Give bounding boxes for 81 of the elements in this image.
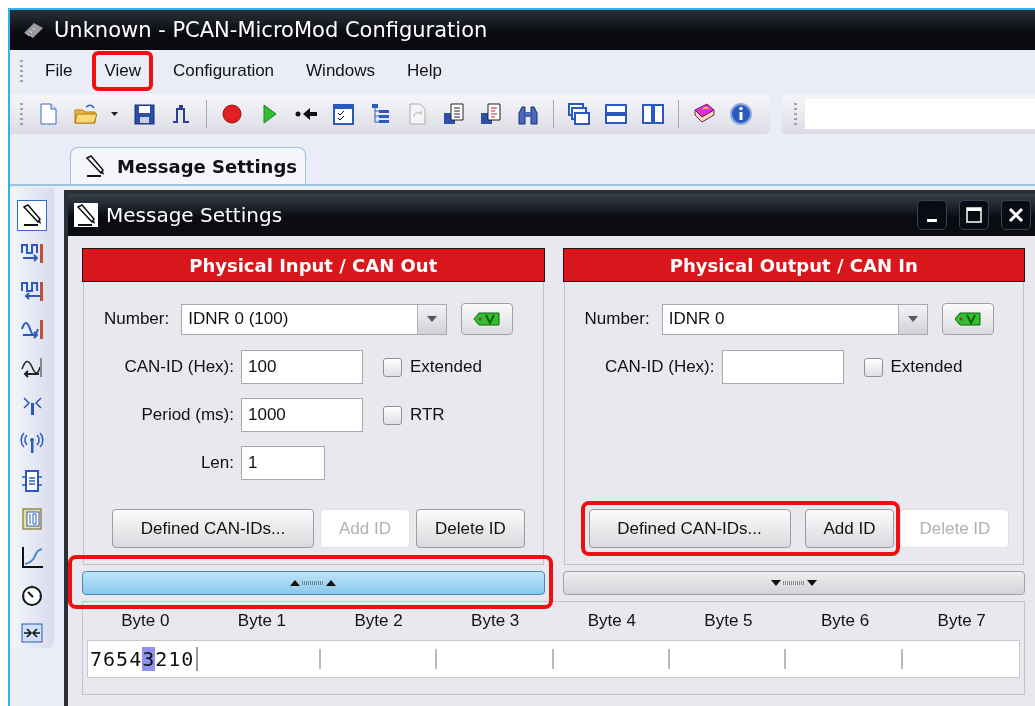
- button[interactable]: Defined CAN-IDs...: [588, 509, 791, 548]
- field-label: Number:: [104, 309, 170, 329]
- dropdown-arrow-icon[interactable]: [905, 314, 920, 324]
- tile-horizontal-icon[interactable]: [604, 102, 628, 126]
- field-label: Period (ms):: [140, 405, 235, 425]
- cascade-windows-icon[interactable]: [567, 102, 591, 126]
- pen-icon: [20, 203, 44, 228]
- pulse-icon: [20, 241, 44, 266]
- button[interactable]: Delete ID: [416, 509, 525, 548]
- minimize-icon: [927, 219, 937, 222]
- menu-item[interactable]: Help: [395, 51, 454, 91]
- disk-document-icon[interactable]: [442, 102, 466, 126]
- close-icon: [1007, 206, 1025, 224]
- field-label: Number:: [584, 309, 650, 329]
- tag-button[interactable]: [461, 303, 514, 335]
- maximize-button[interactable]: [959, 200, 989, 230]
- input-field[interactable]: [805, 99, 1035, 129]
- tab[interactable]: Message Settings: [70, 147, 307, 184]
- io-panel-icon: [20, 506, 44, 531]
- button[interactable]: Add ID: [804, 509, 895, 548]
- info-icon[interactable]: [729, 102, 753, 126]
- tag-icon: [472, 309, 503, 329]
- menu-item[interactable]: Windows: [294, 51, 388, 91]
- input-field[interactable]: 1000: [241, 398, 363, 432]
- checkbox[interactable]: [863, 357, 883, 377]
- checkbox-label: RTR: [410, 405, 445, 425]
- dropdown[interactable]: IDNR 0: [661, 303, 928, 335]
- column-header: Byte 0: [120, 611, 171, 631]
- pen-icon: [83, 154, 107, 178]
- splitter-bar[interactable]: [82, 571, 545, 595]
- column-header: Byte 6: [819, 611, 871, 631]
- column-header: Byte 4: [586, 611, 637, 631]
- input-field[interactable]: 100: [241, 350, 363, 384]
- input-field[interactable]: [721, 350, 844, 384]
- button[interactable]: Defined CAN-IDs...: [112, 509, 314, 548]
- window-title: Message Settings: [106, 203, 284, 227]
- maximize-icon: [965, 206, 983, 224]
- disk-document-icon[interactable]: [479, 102, 503, 126]
- field-label: Len:: [199, 453, 235, 473]
- checkbox[interactable]: [383, 357, 402, 377]
- column-header: Byte 3: [470, 611, 521, 631]
- window-title: Unknown - PCAN-MicroMod Configuration: [54, 18, 488, 42]
- dropdown-arrow-icon[interactable]: [425, 314, 440, 324]
- record-icon[interactable]: [220, 102, 244, 126]
- wireless-icon: [20, 431, 44, 455]
- checkbox-label: Extended: [410, 357, 482, 377]
- save-icon[interactable]: [132, 102, 156, 126]
- panel-header: Physical Input / CAN Out: [82, 248, 545, 282]
- tool-button[interactable]: [17, 200, 47, 231]
- field-label: CAN-ID (Hex):: [123, 357, 235, 377]
- checkbox[interactable]: [383, 405, 402, 425]
- checklist-icon[interactable]: [331, 102, 355, 126]
- column-header: Byte 7: [936, 611, 987, 631]
- menu-item[interactable]: Configuration: [160, 51, 287, 91]
- pulse-icon: [20, 279, 44, 304]
- wave-icon: [20, 317, 44, 342]
- chip-icon: [20, 468, 44, 493]
- grip-icon: [770, 578, 817, 588]
- input-field[interactable]: 1: [241, 446, 325, 480]
- menu-item[interactable]: File: [33, 51, 85, 91]
- wave-icon: [20, 355, 44, 380]
- folder-icon[interactable]: [73, 102, 97, 126]
- swap-icon: [20, 620, 44, 645]
- panel-header: Physical Output / CAN In: [562, 248, 1025, 282]
- column-header: Byte 1: [236, 611, 288, 631]
- tag-button[interactable]: [941, 303, 994, 335]
- dropdown[interactable]: IDNR 0 (100): [181, 303, 448, 335]
- bit-field[interactable]: 76543210: [90, 647, 199, 671]
- checkbox-label: Extended: [890, 357, 963, 377]
- column-header: Byte 5: [703, 611, 754, 631]
- graph-icon: [20, 544, 44, 569]
- grip-icon: [290, 578, 337, 588]
- pen-icon: [74, 203, 98, 227]
- tile-vertical-icon[interactable]: [641, 102, 665, 126]
- close-button[interactable]: [1001, 200, 1031, 230]
- field-label: CAN-ID (Hex):: [603, 357, 716, 377]
- tag-icon: [952, 309, 983, 329]
- minimize-button[interactable]: [917, 200, 947, 230]
- dial-icon: [20, 582, 44, 607]
- menu-item[interactable]: View: [92, 51, 153, 91]
- column-header: Byte 2: [353, 611, 404, 631]
